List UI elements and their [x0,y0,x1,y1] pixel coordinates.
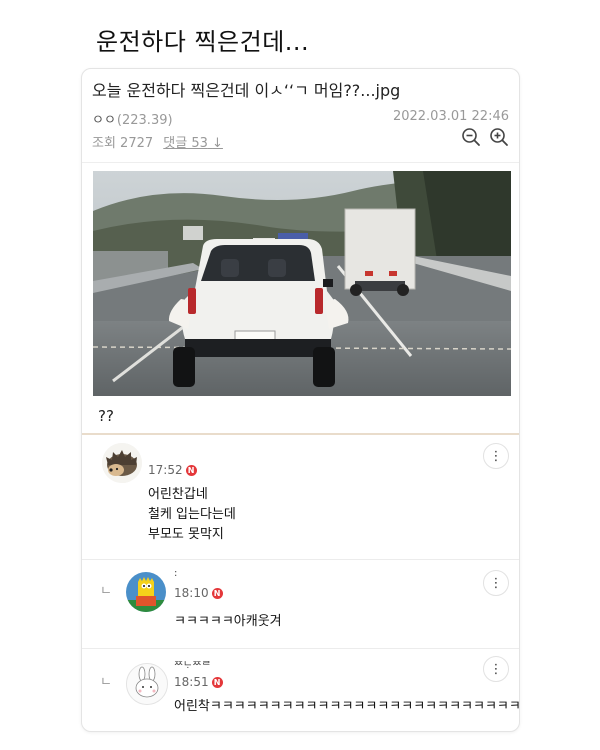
comment-meta: 18:10 N [174,586,223,600]
comment-time: 18:51 [174,675,209,689]
author-row: ㅇㅇ(223.39) [92,109,173,128]
post-body: ?? [98,407,114,425]
reply-item: ㄴ ᄍᄂᆞᄍᄅ 18:51 N ⋮ 어린착ㅋㅋㅋㅋㅋㅋㅋㅋㅋㅋㅋㅋㅋㅋㅋㅋㅋㅋㅋㅋ… [82,649,519,731]
comment-more-button[interactable]: ⋮ [483,443,509,469]
view-count: 조회 2727 [92,136,154,151]
post-author-ip: (223.39) [116,113,173,128]
comment-text: 어린찬갑네 철케 입는다는데 부모도 못막지 [148,485,236,545]
comment-time: 18:10 [174,586,209,600]
road-photo-illustration [93,171,511,396]
reply-arrow-icon: ㄴ [100,675,112,690]
zoom-in-icon[interactable] [489,127,509,147]
comment-meta: 18:51 N [174,675,223,689]
comment-text: ㅋㅋㅋㅋㅋ아캐웃겨 [174,612,282,632]
comment-text: 어린착ㅋㅋㅋㅋㅋㅋㅋㅋㅋㅋㅋㅋㅋㅋㅋㅋㅋㅋㅋㅋㅋㅋㅋㅋㅋㅋㅋㅋㅋㅋㅋ [174,697,520,717]
more-vertical-icon: ⋮ [489,575,503,591]
post-title[interactable]: 오늘 운전하다 찍은건데 이ㅅ‘‘ㄱ 머임??...jpg [92,77,400,101]
comment-line: 부모도 못막지 [148,527,224,542]
comment-line: ㅋㅋㅋㅋㅋ아캐웃겨 [174,614,282,629]
new-badge-icon: N [211,677,223,688]
page-title: 운전하다 찍은건데... [96,28,310,56]
cartoon-character-icon [126,572,166,612]
comment-line: 철케 입는다는데 [148,507,236,522]
comment-meta: 17:52 N [148,463,197,477]
avatar-hedgehog[interactable] [102,443,142,483]
post-author[interactable]: ㅇㅇ [92,113,116,128]
comment-count-link[interactable]: 댓글 53 ↓ [163,136,223,151]
comment-line: 어린착ㅋㅋㅋㅋㅋㅋㅋㅋㅋㅋㅋㅋㅋㅋㅋㅋㅋㅋㅋㅋㅋㅋㅋㅋㅋㅋㅋㅋㅋㅋㅋ [174,699,520,714]
reply-item: ㄴ : 18:10 N ⋮ ㅋㅋㅋㅋㅋ아캐웃겨 [82,560,519,648]
bunny-icon [127,664,167,704]
more-vertical-icon: ⋮ [489,448,503,464]
comment-time: 17:52 [148,463,183,477]
comment-author[interactable]: ᄍᄂᆞᄍᄅ [174,657,211,672]
new-badge-icon: N [211,588,223,599]
comment-item: 17:52 N ⋮ 어린찬갑네 철케 입는다는데 부모도 못막지 [82,435,519,559]
comment-count: 댓글 53 [163,136,208,151]
post-date: 2022.03.01 22:46 [392,109,509,124]
comment-more-button[interactable]: ⋮ [483,656,509,682]
comment-more-button[interactable]: ⋮ [483,570,509,596]
header-divider [82,162,519,163]
more-vertical-icon: ⋮ [489,661,503,677]
post-stats: 조회 2727 댓글 53 ↓ [92,132,223,151]
hedgehog-icon [102,443,142,483]
avatar-bunny[interactable] [126,663,168,705]
post-photo[interactable] [93,171,511,396]
comment-author[interactable]: : [174,568,177,579]
comment-line: 어린찬갑네 [148,487,208,502]
arrow-down-icon: ↓ [212,136,223,151]
zoom-controls [461,127,509,147]
reply-arrow-icon: ㄴ [100,584,112,599]
post-card: 오늘 운전하다 찍은건데 이ㅅ‘‘ㄱ 머임??...jpg ㅇㅇ(223.39)… [81,68,520,732]
avatar-cartoon[interactable] [126,572,166,612]
zoom-out-icon[interactable] [461,127,481,147]
new-badge-icon: N [185,465,197,476]
